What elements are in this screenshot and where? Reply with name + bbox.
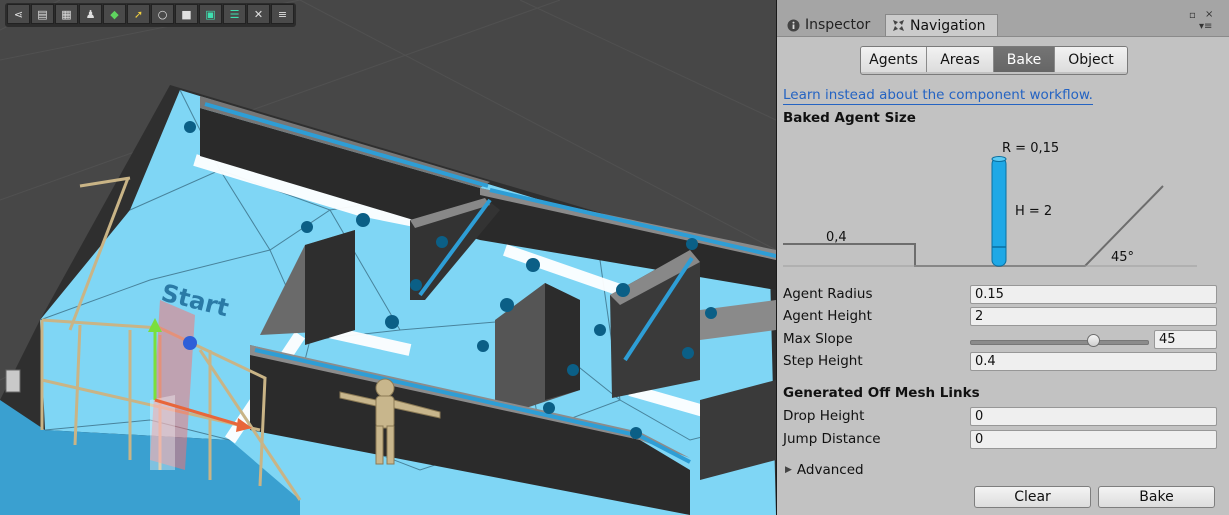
refresh-icon[interactable]: ○ <box>151 4 174 24</box>
mode-selector: Agents Areas Bake Object <box>860 46 1128 75</box>
tab-areas[interactable]: Areas <box>927 47 994 72</box>
tab-bake[interactable]: Bake <box>994 47 1055 72</box>
tab-navigation[interactable]: Navigation <box>885 14 998 36</box>
step-height-label: Step Height <box>783 353 863 369</box>
person-icon[interactable]: ♟ <box>79 4 102 24</box>
barrel <box>5 369 21 393</box>
tab-inspector[interactable]: Inspector <box>781 14 881 36</box>
tab-navigation-label: Navigation <box>910 17 986 34</box>
grid-icon[interactable]: ▦ <box>55 4 78 24</box>
max-slope-field[interactable]: 45 <box>1154 330 1217 349</box>
agent-height-field[interactable]: 2 <box>970 307 1217 326</box>
tab-menu-icon[interactable]: ▾≡ <box>1199 21 1212 32</box>
baked-agent-size-title: Baked Agent Size <box>783 110 916 126</box>
navmesh-icon[interactable]: ▣ <box>199 4 222 24</box>
clear-button[interactable]: Clear <box>974 486 1091 508</box>
step-label: 0,4 <box>826 230 847 245</box>
height-label: H = 2 <box>1015 204 1052 219</box>
slope-label: 45° <box>1111 250 1134 265</box>
bake-button[interactable]: Bake <box>1098 486 1215 508</box>
max-slope-label: Max Slope <box>783 331 853 347</box>
scene-canvas[interactable]: Start <box>0 0 776 515</box>
drop-height-label: Drop Height <box>783 408 865 424</box>
jump-distance-field[interactable]: 0 <box>970 430 1217 449</box>
max-slope-slider-thumb[interactable] <box>1087 334 1101 347</box>
tab-agents[interactable]: Agents <box>861 47 927 72</box>
max-slope-slider[interactable] <box>970 340 1149 345</box>
info-icon <box>787 19 800 32</box>
layers-icon[interactable]: ▤ <box>31 4 54 24</box>
foldout-arrow-icon: ▶ <box>785 465 792 475</box>
agent-size-diagram: R = 0,15 H = 2 0,4 45° <box>783 141 1197 267</box>
agent-radius-label: Agent Radius <box>783 286 873 302</box>
tab-inspector-label: Inspector <box>805 17 871 33</box>
agent-cylinder <box>991 157 1007 267</box>
list-icon[interactable]: ☰ <box>223 4 246 24</box>
drop-height-field[interactable]: 0 <box>970 407 1217 426</box>
camera-icon[interactable]: ■ <box>175 4 198 24</box>
gem-icon[interactable]: ◆ <box>103 4 126 24</box>
navigation-window: Inspector Navigation ▫ × ▾≡ Agents Areas… <box>776 0 1229 515</box>
arrow-icon[interactable]: ➚ <box>127 4 150 24</box>
maximize-icon[interactable]: ▫ <box>1189 10 1196 21</box>
navigation-icon <box>892 19 905 32</box>
agent-radius-field[interactable]: 0.15 <box>970 285 1217 304</box>
terrain-profile <box>783 185 1164 267</box>
learn-component-workflow-link[interactable]: Learn instead about the component workfl… <box>783 87 1093 105</box>
share-icon[interactable]: ⋖ <box>7 4 30 24</box>
off-mesh-links-title: Generated Off Mesh Links <box>783 385 980 401</box>
jump-distance-label: Jump Distance <box>783 431 881 447</box>
close-window-icon[interactable]: × <box>1205 9 1213 20</box>
advanced-foldout[interactable]: ▶ Advanced <box>785 462 864 478</box>
radius-label: R = 0,15 <box>1002 141 1059 156</box>
menu-icon[interactable]: ≡ <box>271 4 294 24</box>
close-icon[interactable]: ✕ <box>247 4 270 24</box>
advanced-label: Advanced <box>796 462 864 478</box>
scene-view[interactable]: Start ⋖ ▤ ▦ ♟ ◆ ➚ ○ ■ ▣ ☰ ✕ ≡ <box>0 0 776 515</box>
window-tab-bar: Inspector Navigation ▫ × ▾≡ <box>777 0 1229 37</box>
agent-cylinder-top <box>991 156 1007 162</box>
step-height-field[interactable]: 0.4 <box>970 352 1217 371</box>
agent-height-label: Agent Height <box>783 308 872 324</box>
tab-object[interactable]: Object <box>1055 47 1127 72</box>
scene-gizmo-toolbar: ⋖ ▤ ▦ ♟ ◆ ➚ ○ ■ ▣ ☰ ✕ ≡ <box>5 3 296 27</box>
